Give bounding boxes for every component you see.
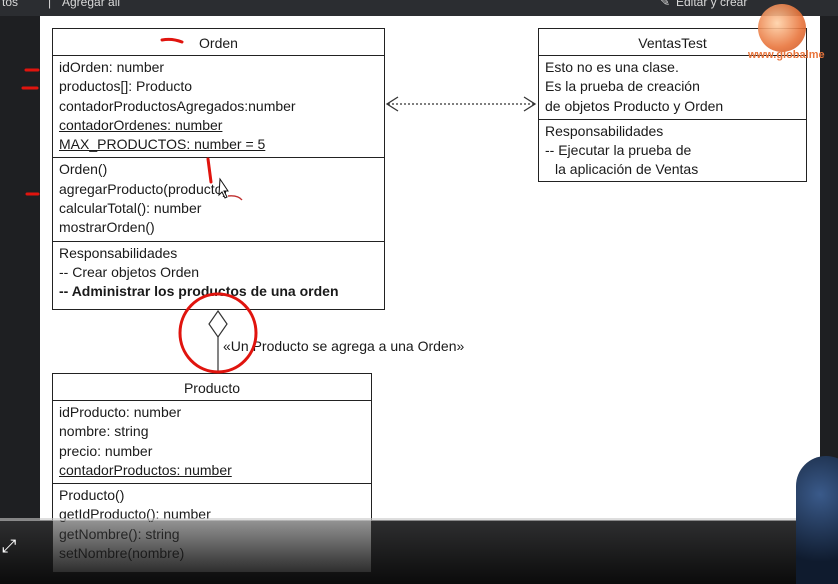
brand-globe-logo [758,4,806,52]
edit-create-label[interactable]: Editar y crear [676,0,747,9]
cursor-hand-icon [218,177,229,199]
annotation-mark-cursor [227,195,243,201]
player-controls-overlay [0,520,838,584]
margin-annotations [21,68,40,196]
aggregation-diamond-icon [208,309,228,339]
separator-icon: | [48,0,52,9]
connectors-layer [160,37,537,374]
annotation-mark-title [160,37,184,44]
top-bar: tos | Agregar ali ✎ Editar y crear [0,0,838,16]
add-tab-label[interactable]: Agregar ali [62,0,120,9]
brand-watermark-text: www.globalme [748,49,825,61]
progress-bar[interactable] [0,518,838,521]
annotation-mark-method [206,157,213,184]
diagram-canvas: Orden idOrden: number productos[]: Produc… [40,16,820,573]
edit-icon[interactable]: ✎ [660,0,670,9]
fullscreen-icon[interactable]: ⤢ [2,536,16,557]
presenter-avatar [796,456,838,584]
